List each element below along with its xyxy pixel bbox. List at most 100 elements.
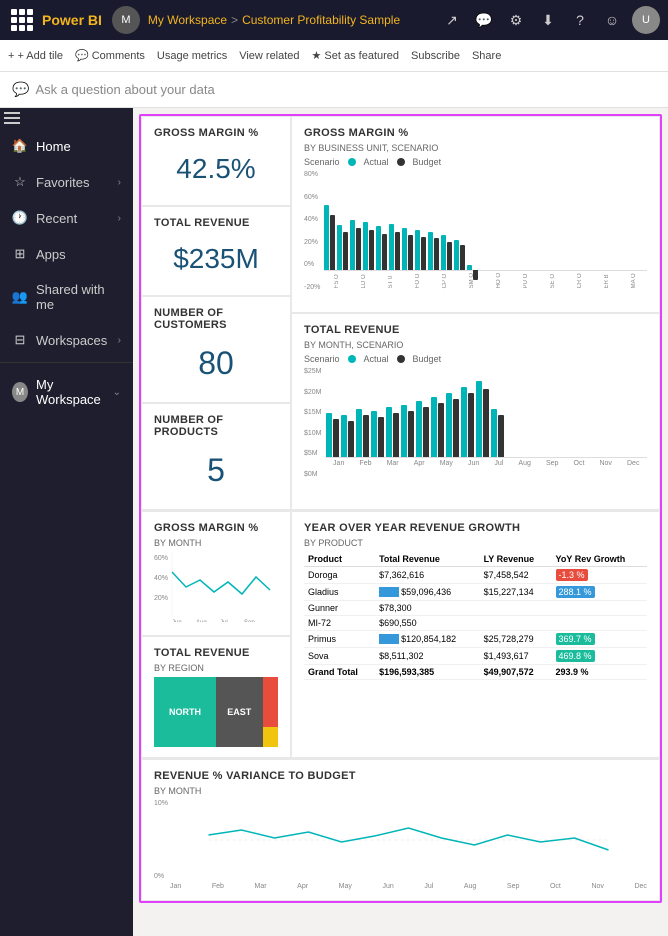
x-axis-labels: Jan Feb Mar Apr May Jun Jul Aug Sep Oc xyxy=(326,460,647,467)
hamburger-menu[interactable] xyxy=(0,108,133,128)
total-revenue-tile[interactable]: Total Revenue $235M xyxy=(141,206,291,296)
actual-bar xyxy=(476,381,482,457)
comment-icon[interactable]: 💬 xyxy=(472,8,496,32)
table-row: Primus $120,854,182 $25,728,279 369.7 % xyxy=(304,631,647,648)
subscribe-button[interactable]: Subscribe xyxy=(411,50,460,62)
bar-group xyxy=(491,409,504,457)
total-rev-cell: $196,593,385 xyxy=(375,665,480,680)
set-as-featured-label: Set as featured xyxy=(324,50,399,62)
workspace-link: My Workspace xyxy=(148,13,227,27)
comments-button[interactable]: 💬 Comments xyxy=(75,49,145,62)
report-title: Customer Profitability Sample xyxy=(242,13,400,27)
treemap: NORTH EAST xyxy=(154,677,278,747)
share-button[interactable]: Share xyxy=(472,50,501,62)
x-axis-labels: FS O LD O ST 0 FO O CP O SM O HO O PU O … xyxy=(324,273,647,288)
col-product: Product xyxy=(304,552,375,567)
gross-margin-tile[interactable]: Gross Margin % 42.5% xyxy=(141,116,291,206)
user-avatar[interactable]: U xyxy=(632,6,660,34)
bar-group xyxy=(324,205,335,270)
budget-bar xyxy=(460,245,465,270)
budget-bar xyxy=(498,415,504,457)
chart-title: Total Revenue xyxy=(304,324,647,336)
dashboard-content: Gross Margin % 42.5% Total Revenue $235M… xyxy=(133,108,668,936)
actual-bar xyxy=(324,205,329,270)
sidebar-item-recent[interactable]: 🕐 Recent › xyxy=(0,200,133,236)
chart-legend: Scenario Actual Budget xyxy=(304,354,647,364)
home-icon: 🏠 xyxy=(12,138,28,154)
settings-icon[interactable]: ⚙ xyxy=(504,8,528,32)
help-icon[interactable]: ? xyxy=(568,8,592,32)
total-revenue-region-tile[interactable]: Total Revenue BY REGION NORTH EAST xyxy=(141,636,291,758)
variance-chart-tile[interactable]: Revenue % Variance to Budget BY MONTH 10… xyxy=(141,759,660,901)
yoy-cell: 293.9 % xyxy=(552,665,647,680)
yoy-table-tile[interactable]: Year Over Year Revenue Growth BY PRODUCT… xyxy=(291,511,660,758)
sidebar-item-shared[interactable]: 👥 Shared with me xyxy=(0,272,133,322)
variance-chart-area: 10% 0% Jan Feb Mar xyxy=(154,800,647,890)
bar-group xyxy=(326,413,339,457)
actual-bar xyxy=(491,409,497,457)
account-icon[interactable]: M xyxy=(112,6,140,34)
product-cell: Grand Total xyxy=(304,665,375,680)
ask-placeholder[interactable]: Ask a question about your data xyxy=(35,82,214,97)
budget-bar xyxy=(363,415,369,457)
sidebar: 🏠 Home ☆ Favorites › 🕐 Recent › ⊞ Apps 👥… xyxy=(0,108,133,936)
actual-bar xyxy=(446,393,452,457)
right-bottom-column: Year Over Year Revenue Growth BY PRODUCT… xyxy=(291,511,660,758)
set-as-featured-button[interactable]: ★ Set as featured xyxy=(312,49,399,62)
chart-title: Revenue % Variance to Budget xyxy=(154,770,647,782)
other-regions xyxy=(263,677,279,747)
sidebar-item-apps[interactable]: ⊞ Apps xyxy=(0,236,133,272)
chart-legend: Scenario Actual Budget xyxy=(304,157,647,167)
topbar-actions: ↗ 💬 ⚙ ⬇ ? ☺ U xyxy=(440,6,660,34)
budget-bar xyxy=(408,411,414,457)
diagonal-arrow-icon[interactable]: ↗ xyxy=(440,8,464,32)
ly-rev-cell xyxy=(480,616,552,631)
legend-label: Scenario xyxy=(304,354,340,364)
num-products-tile[interactable]: Number of Products 5 xyxy=(141,403,291,510)
x-axis-labels: Jan Feb Mar Apr May Jun Jul Aug Sep Oct xyxy=(170,883,647,890)
star-icon: ★ xyxy=(312,49,322,62)
svg-text:Jul: Jul xyxy=(220,620,228,622)
budget-bar xyxy=(423,407,429,457)
comments-label: Comments xyxy=(92,50,145,62)
view-related-button[interactable]: View related xyxy=(239,50,299,62)
chevron-down-icon: ⌄ xyxy=(113,387,121,398)
tile-value: 80 xyxy=(154,335,278,392)
table-row: Gunner $78,300 xyxy=(304,601,647,616)
bar-group xyxy=(446,393,459,457)
sidebar-item-home[interactable]: 🏠 Home xyxy=(0,128,133,164)
add-tile-button[interactable]: + + Add tile xyxy=(8,50,63,62)
add-tile-label: + Add tile xyxy=(17,50,63,62)
apps-icon: ⊞ xyxy=(12,246,28,262)
total-revenue-chart-tile[interactable]: Total Revenue BY MONTH, SCENARIO Scenari… xyxy=(291,313,660,510)
product-cell: Doroga xyxy=(304,567,375,584)
bar-group xyxy=(371,411,384,457)
my-workspace-item[interactable]: M My Workspace ⌄ xyxy=(0,367,133,417)
download-icon[interactable]: ⬇ xyxy=(536,8,560,32)
actual-legend-label: Actual xyxy=(364,157,389,167)
budget-bar xyxy=(483,389,489,457)
sidebar-item-favorites[interactable]: ☆ Favorites › xyxy=(0,164,133,200)
bar-group xyxy=(350,220,361,270)
gross-margin-chart-tile[interactable]: Gross Margin % BY BUSINESS UNIT, SCENARI… xyxy=(291,116,660,313)
bar-group xyxy=(386,407,399,457)
sidebar-item-workspaces[interactable]: ⊟ Workspaces › xyxy=(0,322,133,358)
bar-group xyxy=(401,405,414,457)
chart-subtitle: BY MONTH xyxy=(154,786,647,796)
budget-legend-label: Budget xyxy=(413,157,442,167)
bar-group xyxy=(341,415,354,457)
num-customers-tile[interactable]: Number of Customers 80 xyxy=(141,296,291,403)
bar-group xyxy=(402,228,413,270)
sidebar-item-label: Apps xyxy=(36,247,121,262)
usage-metrics-button[interactable]: Usage metrics xyxy=(157,50,227,62)
gross-margin-month-tile[interactable]: Gross Margin % BY MONTH 60% 40% 20% Jun … xyxy=(141,511,291,636)
table-row: Doroga $7,362,616 $7,458,542 -1.3 % xyxy=(304,567,647,584)
waffle-menu[interactable] xyxy=(8,6,36,34)
table-header-row: Product Total Revenue LY Revenue YoY Rev… xyxy=(304,552,647,567)
actual-bar xyxy=(363,222,368,270)
budget-bar xyxy=(348,421,354,457)
actual-bar xyxy=(415,230,420,270)
workspace-avatar: M xyxy=(12,382,28,402)
smiley-icon[interactable]: ☺ xyxy=(600,8,624,32)
east-region: EAST xyxy=(216,677,263,747)
